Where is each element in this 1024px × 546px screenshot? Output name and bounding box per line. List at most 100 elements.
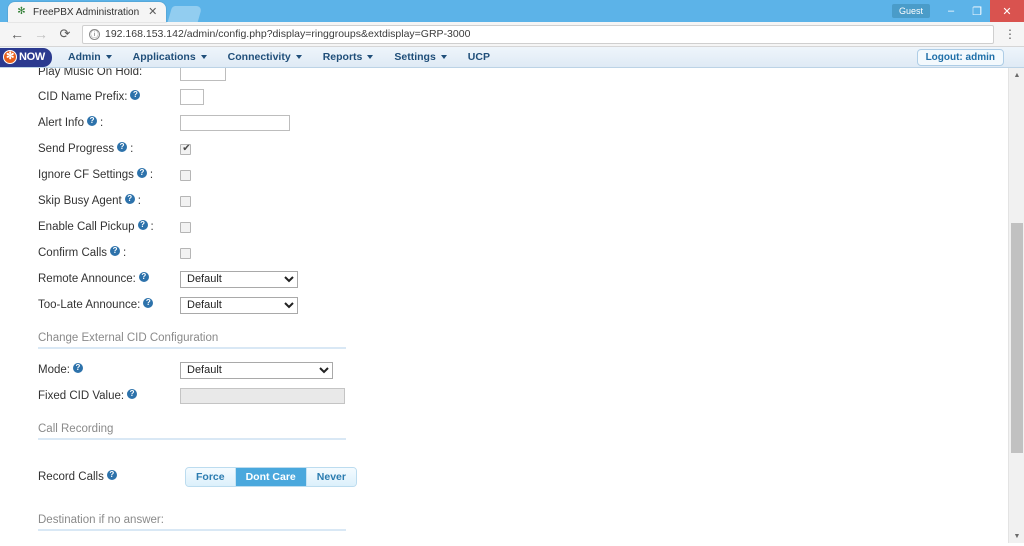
help-icon[interactable]: ?	[127, 389, 138, 399]
help-icon[interactable]: ?	[87, 116, 98, 126]
menu-item-reports[interactable]: Reports	[313, 48, 384, 66]
new-tab-button[interactable]	[168, 6, 203, 22]
row-too-late-announce: Too-Late Announce: ? Default	[38, 292, 1024, 318]
menu-item-ucp[interactable]: UCP	[458, 48, 500, 66]
row-mode: Mode: ? Default	[38, 357, 1024, 383]
row-skip-busy-agent: Skip Busy Agent ? :	[38, 188, 1024, 214]
help-icon[interactable]: ?	[130, 90, 141, 100]
enable-call-pickup-label: Enable Call Pickup ? :	[38, 220, 154, 233]
row-send-progress: Send Progress ? :	[38, 136, 1024, 162]
section-header-external-cid: Change External CID Configuration	[38, 332, 346, 349]
help-icon[interactable]: ?	[138, 272, 149, 282]
maximize-icon[interactable]: ❐	[964, 0, 990, 22]
freepbx-favicon-icon: ✻	[17, 6, 26, 17]
row-play-music-on-hold: Play Music On Hold:	[38, 68, 1024, 84]
chevron-down-icon	[295, 55, 302, 59]
skip-busy-agent-label: Skip Busy Agent ? :	[38, 194, 141, 207]
menu-item-applications[interactable]: Applications	[123, 48, 217, 66]
chevron-down-icon	[200, 55, 207, 59]
row-fixed-cid-value: Fixed CID Value: ?	[38, 383, 1024, 409]
remote-announce-select[interactable]: Default	[180, 270, 298, 288]
menu-item-admin[interactable]: Admin	[58, 48, 122, 66]
freepbx-logo[interactable]: ✻ NOW	[0, 47, 52, 67]
cid-name-prefix-input[interactable]	[180, 89, 204, 105]
ignore-cf-settings-label: Ignore CF Settings ? :	[38, 168, 154, 181]
reload-icon[interactable]: ⟳	[54, 23, 76, 45]
mode-select[interactable]: Default	[180, 361, 333, 379]
help-icon[interactable]: ?	[143, 298, 154, 308]
record-calls-option-force[interactable]: Force	[186, 468, 236, 486]
menu-item-label: Reports	[322, 51, 363, 63]
record-calls-option-never[interactable]: Never	[306, 468, 356, 486]
freepbx-navbar: ✻ NOW Admin Applications Connectivity Re…	[0, 47, 1024, 68]
help-icon[interactable]: ?	[136, 168, 147, 178]
scroll-up-icon[interactable]: ▲	[1009, 68, 1024, 82]
row-cid-name-prefix: CID Name Prefix: ?	[38, 84, 1024, 110]
row-ignore-cf-settings: Ignore CF Settings ? :	[38, 162, 1024, 188]
play-music-on-hold-label: Play Music On Hold:	[38, 68, 143, 78]
browser-tab[interactable]: ✻ FreePBX Administration ✕	[8, 2, 167, 22]
menu-item-label: Admin	[67, 51, 101, 63]
chevron-down-icon	[440, 55, 447, 59]
row-remote-announce: Remote Announce: ? Default	[38, 266, 1024, 292]
record-calls-segmented-control: Force Dont Care Never	[185, 467, 357, 487]
row-record-calls: Record Calls ? Force Dont Care Never	[38, 464, 1024, 490]
window-controls: Guest ‒ ❐ ✕	[891, 0, 1024, 22]
confirm-calls-checkbox[interactable]	[180, 247, 191, 259]
page-content: Play Music On Hold: CID Name Prefix: ? A…	[0, 68, 1024, 543]
minimize-icon[interactable]: ‒	[938, 0, 964, 22]
alert-info-input[interactable]	[180, 115, 290, 131]
row-confirm-calls: Confirm Calls ? :	[38, 240, 1024, 266]
fixed-cid-value-input[interactable]	[180, 388, 345, 404]
confirm-calls-label: Confirm Calls ? :	[38, 246, 127, 259]
alert-info-label: Alert Info ? :	[38, 116, 104, 129]
help-icon[interactable]: ?	[110, 246, 121, 256]
send-progress-label: Send Progress ? :	[38, 142, 134, 155]
enable-call-pickup-checkbox[interactable]	[180, 221, 191, 233]
ignore-cf-settings-checkbox[interactable]	[180, 169, 191, 181]
address-bar[interactable]: ⓘ 192.168.153.142/admin/config.php?displ…	[82, 24, 994, 44]
page-scrollbar[interactable]: ▲ ▼	[1008, 68, 1024, 543]
tab-close-icon[interactable]: ✕	[145, 6, 160, 18]
menu-item-settings[interactable]: Settings	[384, 48, 456, 66]
record-calls-option-dont-care[interactable]: Dont Care	[235, 468, 307, 486]
too-late-announce-select[interactable]: Default	[180, 296, 298, 314]
play-music-on-hold-select[interactable]	[180, 68, 226, 81]
site-info-icon[interactable]: ⓘ	[89, 28, 100, 40]
back-icon[interactable]: ←	[6, 23, 28, 45]
help-icon[interactable]: ?	[72, 363, 83, 373]
too-late-announce-label: Too-Late Announce: ?	[38, 298, 180, 311]
section-header-call-recording: Call Recording	[38, 423, 346, 440]
send-progress-checkbox[interactable]	[180, 143, 192, 155]
guest-profile-button[interactable]: Guest	[891, 4, 930, 18]
menu-item-label: Connectivity	[227, 51, 291, 63]
browser-tab-title: FreePBX Administration	[33, 6, 140, 18]
cid-name-prefix-label: CID Name Prefix: ?	[38, 90, 180, 103]
ring-group-form: Play Music On Hold: CID Name Prefix: ? A…	[0, 68, 1024, 543]
fixed-cid-value-label: Fixed CID Value: ?	[38, 389, 180, 402]
scroll-down-icon[interactable]: ▼	[1009, 529, 1024, 543]
chevron-down-icon	[367, 55, 374, 59]
logout-button[interactable]: Logout: admin	[916, 48, 1004, 66]
skip-busy-agent-checkbox[interactable]	[180, 195, 191, 207]
help-icon[interactable]: ?	[106, 470, 117, 480]
url-text: 192.168.153.142/admin/config.php?display…	[105, 28, 471, 40]
help-icon[interactable]: ?	[117, 142, 128, 152]
browser-navbar: ← → ⟳ ⓘ 192.168.153.142/admin/config.php…	[0, 22, 1024, 47]
menu-item-label: UCP	[467, 51, 490, 63]
forward-icon[interactable]: →	[30, 23, 52, 45]
record-calls-label: Record Calls ?	[38, 470, 180, 483]
browser-titlebar: ✻ FreePBX Administration ✕ Guest ‒ ❐ ✕	[0, 0, 1024, 22]
scrollbar-thumb[interactable]	[1011, 223, 1023, 453]
menu-item-label: Settings	[394, 51, 436, 63]
help-icon[interactable]: ?	[137, 220, 148, 230]
browser-menu-icon[interactable]: ⋮	[1002, 27, 1018, 41]
mode-label: Mode: ?	[38, 363, 180, 376]
menu-item-connectivity[interactable]: Connectivity	[218, 48, 312, 66]
close-window-icon[interactable]: ✕	[990, 0, 1024, 22]
row-alert-info: Alert Info ? :	[38, 110, 1024, 136]
help-icon[interactable]: ?	[124, 194, 135, 204]
menu-item-label: Applications	[132, 51, 196, 63]
freepbx-menu: Admin Applications Connectivity Reports …	[58, 48, 500, 66]
